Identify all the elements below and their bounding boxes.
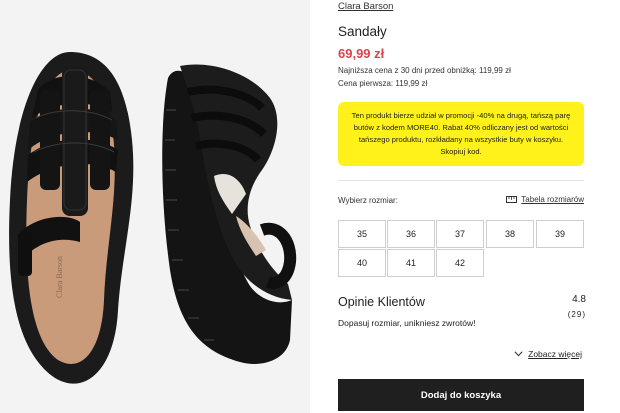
see-more-link[interactable]: Zobacz więcej (514, 349, 582, 359)
size-table-label: Tabela rozmiarów (521, 195, 584, 204)
reviews-snippet: Dopasuj rozmiar, unikniesz zwrotów! (338, 318, 476, 328)
product-image[interactable]: Clara Barson (0, 0, 310, 413)
divider (338, 180, 584, 181)
brand-link[interactable]: Clara Barson (338, 1, 393, 12)
sandal-side-view (162, 64, 297, 364)
size-option-35[interactable]: 35 (338, 220, 386, 248)
product-price: 69,99 zł (338, 46, 385, 61)
size-table-link[interactable]: Tabela rozmiarów (506, 195, 584, 204)
add-to-cart-button[interactable]: Dodaj do koszyka (338, 379, 584, 411)
size-option-39[interactable]: 39 (536, 220, 584, 248)
size-option-42[interactable]: 42 (436, 249, 484, 277)
insole-logo: Clara Barson (55, 256, 64, 298)
ruler-icon (506, 196, 518, 203)
size-select-label: Wybierz rozmiar: (338, 196, 398, 205)
size-option-36[interactable]: 36 (387, 220, 435, 248)
product-title: Sandały (338, 24, 387, 39)
size-option-40[interactable]: 40 (338, 249, 386, 277)
sandal-top-view (9, 52, 134, 384)
sandal-illustration: Clara Barson (9, 52, 297, 384)
first-price-note: Cena pierwsza: 119,99 zł (338, 79, 428, 88)
promo-text: Ten produkt bierze udział w promocji -40… (351, 111, 571, 156)
rating-count: (29) (567, 310, 586, 319)
reviews-title: Opinie Klientów (338, 295, 425, 309)
rating-value: 4.8 (572, 294, 586, 305)
see-more-label: Zobacz więcej (528, 349, 582, 359)
promo-banner[interactable]: Ten produkt bierze udział w promocji -40… (338, 102, 584, 166)
chevron-down-icon (514, 351, 523, 357)
size-option-38[interactable]: 38 (486, 220, 534, 248)
size-option-37[interactable]: 37 (436, 220, 484, 248)
lowest-price-note: Najniższa cena z 30 dni przed obniżką: 1… (338, 66, 511, 75)
size-option-41[interactable]: 41 (387, 249, 435, 277)
add-to-cart-label: Dodaj do koszyka (420, 389, 502, 401)
